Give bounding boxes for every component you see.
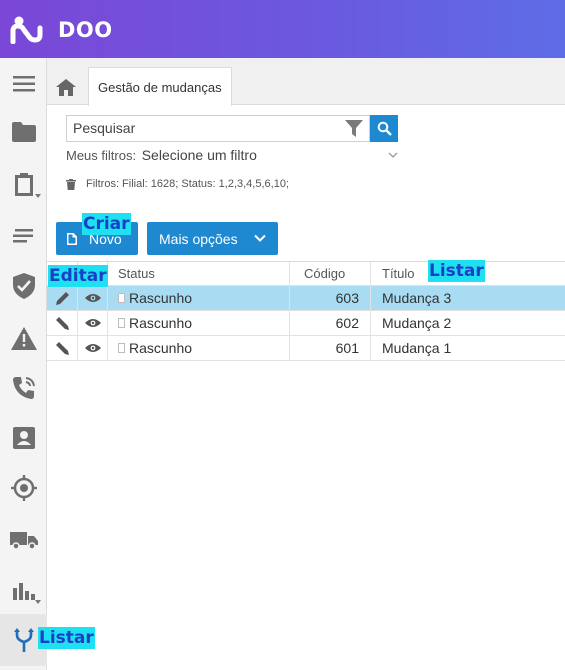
- contact-card-icon: [12, 427, 35, 449]
- eye-icon: [84, 294, 101, 302]
- status-cell: Rascunho: [108, 311, 290, 335]
- my-filters[interactable]: Meus filtros: Selecione um filtro: [66, 147, 257, 163]
- eye-icon: [84, 344, 101, 352]
- annotation-create: Criar: [82, 213, 131, 235]
- filter-icon[interactable]: [345, 120, 363, 137]
- home-icon: [56, 78, 76, 96]
- sidebar-item-reports[interactable]: [0, 564, 47, 616]
- status-indicator: [118, 343, 125, 353]
- table-row[interactable]: Rascunho 603 Mudança 3: [47, 286, 565, 311]
- shield-check-icon: [12, 273, 35, 299]
- pencil-icon: [55, 291, 69, 305]
- table-row[interactable]: Rascunho 601 Mudança 1: [47, 336, 565, 361]
- table-row[interactable]: Rascunho 602 Mudança 2: [47, 311, 565, 336]
- sidebar-item-delivery[interactable]: [0, 514, 47, 566]
- top-header: DOO: [0, 0, 565, 58]
- pencil-icon: [55, 316, 69, 330]
- annotation-edit: Editar: [48, 265, 108, 287]
- trash-icon[interactable]: [66, 178, 76, 190]
- clipboard-icon: [14, 173, 33, 196]
- search-icon: [377, 121, 392, 136]
- edit-button[interactable]: [47, 311, 78, 335]
- sidebar-item-tasks[interactable]: [0, 158, 47, 210]
- brand-name: DOO: [58, 18, 113, 42]
- more-options-button[interactable]: Mais opções: [147, 222, 278, 255]
- sidebar-item-location[interactable]: [0, 462, 47, 514]
- status-indicator: [118, 318, 125, 328]
- document-icon: [67, 232, 77, 245]
- code-column-header[interactable]: Código: [290, 262, 371, 285]
- doo-logo-icon: [10, 16, 43, 44]
- caret-down-icon: [35, 194, 41, 198]
- folder-icon: [11, 122, 36, 142]
- target-icon: [10, 475, 37, 501]
- status-text: Rascunho: [129, 340, 193, 356]
- sidebar-item-lists[interactable]: [0, 210, 47, 262]
- fork-icon: [13, 628, 34, 652]
- lines-icon: [12, 229, 33, 243]
- search-button[interactable]: [370, 115, 398, 142]
- more-options-label: Mais opções: [159, 230, 238, 247]
- edit-button[interactable]: [47, 336, 78, 360]
- eye-icon: [84, 319, 101, 327]
- status-text: Rascunho: [129, 315, 193, 331]
- status-cell: Rascunho: [108, 286, 290, 310]
- search-input[interactable]: Pesquisar: [66, 115, 370, 142]
- annotation-list: Listar: [428, 260, 485, 282]
- pencil-icon: [55, 341, 69, 355]
- sidebar-item-security[interactable]: [0, 260, 47, 312]
- chevron-down-icon[interactable]: [388, 150, 398, 160]
- caret-down-icon: [35, 600, 41, 604]
- code-cell: 603: [290, 286, 371, 310]
- sidebar-item-folders[interactable]: [0, 106, 47, 158]
- view-button[interactable]: [78, 336, 108, 360]
- tabs-bar: Gestão de mudanças: [47, 58, 565, 106]
- title-cell: Mudança 2: [382, 315, 452, 331]
- my-filters-label: Meus filtros:: [66, 148, 137, 163]
- code-cell: 601: [290, 336, 371, 360]
- annotation-list-sidebar: Listar: [38, 627, 95, 649]
- title-cell: Mudança 3: [382, 290, 452, 306]
- sidebar-item-calls[interactable]: [0, 362, 47, 414]
- truck-icon: [9, 532, 38, 550]
- chevron-down-icon: [254, 234, 266, 242]
- status-column-header[interactable]: Status: [108, 262, 290, 285]
- app-logo[interactable]: DOO: [10, 15, 113, 45]
- phone-icon: [12, 377, 35, 399]
- menu-toggle[interactable]: [0, 58, 47, 110]
- sidebar-item-incidents[interactable]: [0, 312, 47, 364]
- warning-icon: [10, 326, 37, 350]
- menu-icon: [12, 76, 35, 92]
- status-text: Rascunho: [129, 290, 193, 306]
- table-header: Status Código Título: [47, 261, 565, 286]
- active-filters: Filtros: Filial: 1628; Status: 1,2,3,4,5…: [66, 178, 289, 190]
- my-filters-select[interactable]: Selecione um filtro: [142, 147, 257, 163]
- title-cell: Mudança 1: [382, 340, 452, 356]
- view-button[interactable]: [78, 311, 108, 335]
- bar-chart-icon: [12, 583, 35, 600]
- filters-summary: Filtros: Filial: 1628; Status: 1,2,3,4,5…: [86, 178, 289, 190]
- code-cell: 602: [290, 311, 371, 335]
- tab-change-management[interactable]: Gestão de mudanças: [88, 67, 232, 106]
- home-tab[interactable]: [51, 70, 81, 104]
- status-indicator: [118, 293, 125, 303]
- sidebar-item-contacts[interactable]: [0, 412, 47, 464]
- edit-button[interactable]: [47, 286, 78, 310]
- status-cell: Rascunho: [108, 336, 290, 360]
- view-button[interactable]: [78, 286, 108, 310]
- sidebar: [0, 58, 47, 670]
